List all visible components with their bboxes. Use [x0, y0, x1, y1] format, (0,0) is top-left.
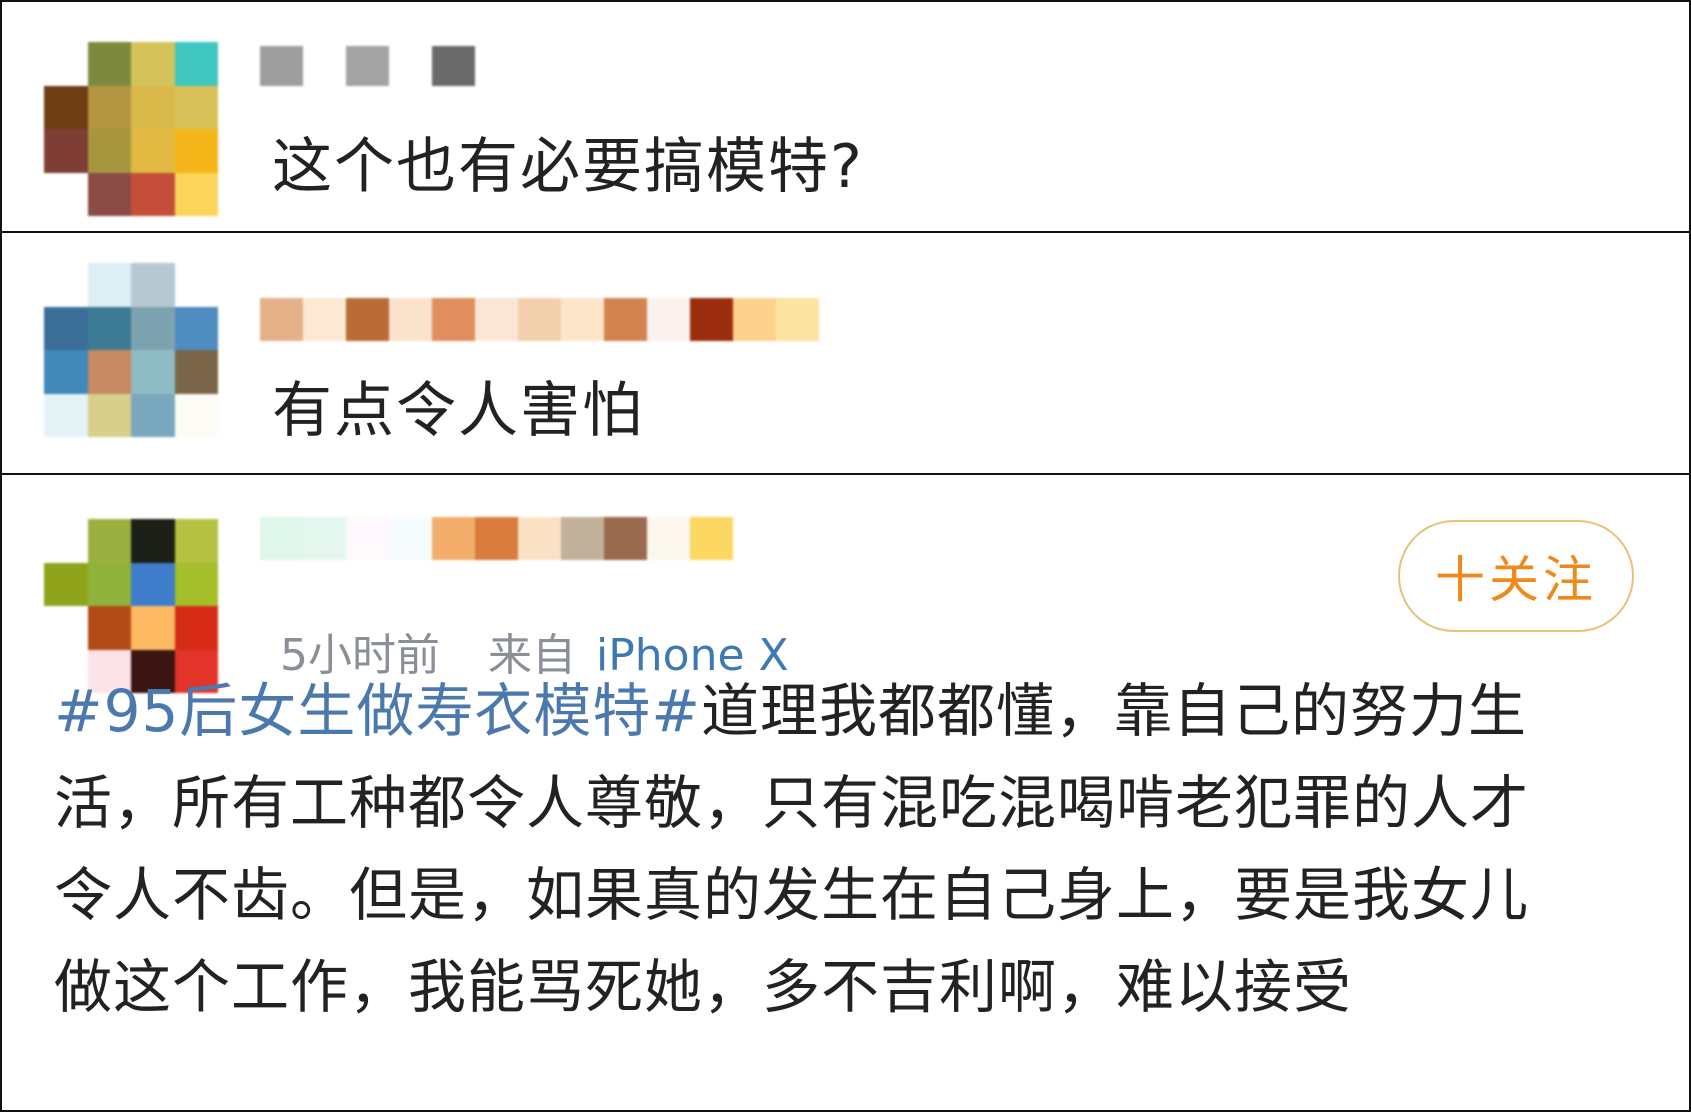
username-pixel — [776, 298, 819, 341]
avatar-pixel — [44, 42, 88, 86]
avatar-pixel — [174, 263, 218, 307]
username-censored[interactable] — [260, 517, 733, 560]
post-body-line-2: 活，所有工种都令人尊敬，只有混吃混喝啃老犯罪的人才 — [54, 769, 1530, 837]
username-pixel — [647, 298, 690, 341]
username-pixel — [346, 517, 389, 560]
avatar-pixel — [131, 263, 175, 307]
avatar-pixel — [87, 393, 131, 437]
avatar-pixel — [44, 519, 88, 563]
avatar-pixel — [44, 129, 88, 173]
post-body-text: 道理我都都懂，靠自己的努力生 — [701, 677, 1528, 745]
avatar-pixel — [44, 350, 88, 394]
username-pixel — [303, 298, 346, 341]
avatar-pixel — [87, 606, 131, 650]
post-body: #95后女生做寿衣模特#道理我都都懂，靠自己的努力生 活，所有工种都令人尊敬，只… — [54, 665, 1644, 1033]
username-pixel — [260, 46, 303, 86]
username-pixel — [432, 517, 475, 560]
username-pixel — [389, 517, 432, 560]
avatar-pixel — [44, 606, 88, 650]
avatar-pixel — [44, 263, 88, 307]
avatar-pixel — [87, 129, 131, 173]
username-pixel — [475, 298, 518, 341]
hashtag-link[interactable]: #95后女生做寿衣模特# — [54, 677, 701, 745]
avatar-pixel — [44, 306, 88, 350]
avatar-pixel — [131, 129, 175, 173]
username-pixel — [518, 517, 561, 560]
avatar-pixel — [174, 172, 218, 216]
username-pixel — [475, 517, 518, 560]
username-pixel — [733, 298, 776, 341]
username-pixel — [561, 298, 604, 341]
avatar-pixel — [87, 172, 131, 216]
username-pixel — [690, 298, 733, 341]
avatar-pixel — [174, 350, 218, 394]
avatar-pixel — [87, 42, 131, 86]
follow-button[interactable]: 十关注 — [1398, 520, 1634, 632]
username-pixel — [303, 517, 346, 560]
avatar-pixel — [131, 85, 175, 129]
username-pixel — [647, 517, 690, 560]
post-body-line-3: 令人不齿。但是，如果真的发生在自己身上，要是我女儿 — [54, 861, 1530, 929]
avatar-pixel — [174, 606, 218, 650]
username-censored[interactable] — [260, 298, 819, 341]
avatar-pixel — [131, 172, 175, 216]
avatar[interactable] — [44, 42, 218, 216]
comment-text: 这个也有必要搞模特? — [272, 132, 864, 202]
username-pixel — [346, 298, 389, 341]
comment-item-2: 有点令人害怕 — [2, 233, 1689, 475]
comment-text: 有点令人害怕 — [272, 376, 644, 446]
avatar-pixel — [131, 350, 175, 394]
avatar-pixel — [131, 519, 175, 563]
avatar-pixel — [174, 42, 218, 86]
username-pixel — [690, 517, 733, 560]
comment-item-3: 5小时前 来自 iPhone X 十关注 #95后女生做寿衣模特#道理我都都懂，… — [2, 475, 1689, 1110]
avatar-pixel — [131, 562, 175, 606]
avatar-pixel — [174, 306, 218, 350]
avatar-pixel — [87, 562, 131, 606]
avatar-pixel — [174, 393, 218, 437]
username-pixel — [561, 517, 604, 560]
avatar-pixel — [44, 85, 88, 129]
username-pixel — [604, 517, 647, 560]
avatar-pixel — [44, 393, 88, 437]
avatar-pixel — [87, 85, 131, 129]
avatar-pixel — [87, 306, 131, 350]
avatar-pixel — [174, 562, 218, 606]
avatar-pixel — [131, 306, 175, 350]
avatar-pixel — [174, 85, 218, 129]
username-censored[interactable] — [260, 46, 518, 86]
avatar-pixel — [174, 129, 218, 173]
username-pixel — [346, 46, 389, 86]
username-pixel — [432, 46, 475, 86]
avatar-pixel — [44, 172, 88, 216]
avatar-pixel — [44, 562, 88, 606]
post-body-line-1: #95后女生做寿衣模特#道理我都都懂，靠自己的努力生 — [54, 665, 1644, 757]
username-pixel — [260, 298, 303, 341]
avatar-pixel — [87, 519, 131, 563]
avatar-pixel — [87, 263, 131, 307]
post-body-line-4: 做这个工作，我能骂死她，多不吉利啊，难以接受 — [54, 953, 1353, 1021]
comments-panel: 这个也有必要搞模特? 有点令人害怕 5小时前 来自 iPhone X 十关注 #… — [0, 0, 1691, 1112]
avatar-pixel — [87, 350, 131, 394]
username-pixel — [389, 298, 432, 341]
username-pixel — [604, 298, 647, 341]
avatar[interactable] — [44, 263, 218, 437]
avatar-pixel — [131, 606, 175, 650]
avatar-pixel — [131, 393, 175, 437]
username-pixel — [518, 298, 561, 341]
username-pixel — [260, 517, 303, 560]
avatar-pixel — [131, 42, 175, 86]
comment-item-1: 这个也有必要搞模特? — [2, 2, 1689, 233]
avatar-pixel — [174, 519, 218, 563]
username-pixel — [432, 298, 475, 341]
